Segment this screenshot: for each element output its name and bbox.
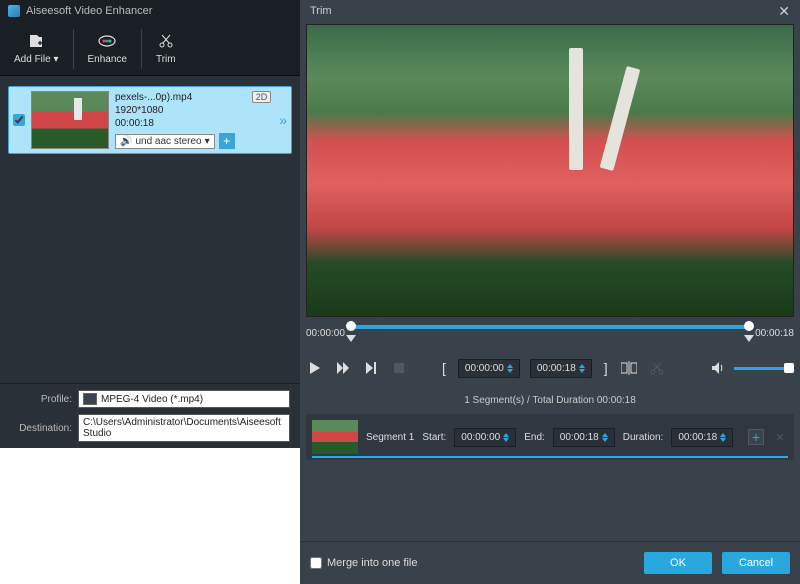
format-icon bbox=[83, 393, 97, 405]
end-time-value: 00:00:18 bbox=[537, 363, 576, 374]
audio-track-label: und aac stereo bbox=[135, 136, 201, 147]
merge-checkbox[interactable]: Merge into one file bbox=[310, 557, 418, 569]
timeline-start: 00:00:00 bbox=[306, 328, 345, 339]
start-time-spinner[interactable] bbox=[507, 364, 513, 373]
trim-button[interactable]: Trim bbox=[142, 28, 190, 69]
chevron-down-icon: ▾ bbox=[205, 136, 210, 147]
add-track-button[interactable]: + bbox=[219, 133, 235, 149]
file-info: pexels-...0p).mp4 2D 1920*1080 00:00:18 … bbox=[115, 91, 271, 149]
video-preview[interactable] bbox=[306, 24, 794, 317]
seg-end-spinner[interactable] bbox=[602, 433, 608, 442]
main-window: Aiseesoft Video Enhancer Add File ▾ Enha… bbox=[0, 0, 300, 448]
trim-timeline: 00:00:00 00:00:18 bbox=[306, 321, 794, 345]
trim-label: Trim bbox=[156, 54, 176, 65]
start-time-input[interactable]: 00:00:00 bbox=[458, 359, 520, 378]
profile-select[interactable]: MPEG-4 Video (*.mp4) bbox=[78, 390, 290, 408]
destination-value: C:\Users\Administrator\Documents\Aiseeso… bbox=[83, 417, 285, 439]
app-logo-icon bbox=[8, 5, 20, 17]
profile-value: MPEG-4 Video (*.mp4) bbox=[101, 394, 203, 405]
timeline-end: 00:00:18 bbox=[755, 328, 794, 339]
destination-label: Destination: bbox=[10, 423, 72, 434]
add-segment-button[interactable]: + bbox=[748, 429, 764, 445]
delete-segment-button[interactable]: ✕ bbox=[772, 429, 788, 445]
segment-summary: 1 Segment(s) / Total Duration 00:00:18 bbox=[300, 391, 800, 410]
timeline-track[interactable] bbox=[351, 321, 749, 345]
seg-duration-spinner[interactable] bbox=[720, 433, 726, 442]
enhance-icon bbox=[98, 32, 116, 50]
destination-input[interactable]: C:\Users\Administrator\Documents\Aiseeso… bbox=[78, 414, 290, 442]
seg-end-label: End: bbox=[524, 432, 545, 443]
speaker-icon: 🔊 bbox=[120, 136, 132, 147]
step-button[interactable] bbox=[362, 359, 380, 377]
file-item[interactable]: pexels-...0p).mp4 2D 1920*1080 00:00:18 … bbox=[8, 86, 292, 154]
segment-progress bbox=[312, 456, 788, 458]
badge-2d[interactable]: 2D bbox=[252, 91, 272, 103]
file-thumbnail bbox=[31, 91, 109, 149]
segment-name: Segment 1 bbox=[366, 432, 414, 443]
add-file-label: Add File bbox=[14, 54, 51, 65]
dialog-footer: Merge into one file OK Cancel bbox=[300, 541, 800, 584]
play-button[interactable] bbox=[306, 359, 324, 377]
end-time-input[interactable]: 00:00:18 bbox=[530, 359, 592, 378]
seg-duration-label: Duration: bbox=[623, 432, 664, 443]
trim-handle-end[interactable] bbox=[744, 321, 754, 331]
file-duration: 00:00:18 bbox=[115, 118, 271, 129]
seg-start-input[interactable]: 00:00:00 bbox=[454, 428, 516, 447]
stop-button[interactable] bbox=[390, 359, 408, 377]
segment-row[interactable]: Segment 1 Start: 00:00:00 End: 00:00:18 … bbox=[306, 414, 794, 460]
volume-icon[interactable] bbox=[710, 359, 728, 377]
seg-end-input[interactable]: 00:00:18 bbox=[553, 428, 615, 447]
chevron-down-icon: ▾ bbox=[53, 54, 58, 65]
seg-start-label: Start: bbox=[422, 432, 446, 443]
ok-button[interactable]: OK bbox=[644, 552, 712, 574]
profile-label: Profile: bbox=[10, 394, 72, 405]
file-checkbox[interactable] bbox=[13, 114, 25, 126]
seg-start-spinner[interactable] bbox=[503, 433, 509, 442]
add-file-button[interactable]: Add File ▾ bbox=[0, 28, 73, 69]
audio-track-select[interactable]: 🔊 und aac stereo ▾ bbox=[115, 134, 215, 149]
seg-start-value: 00:00:00 bbox=[461, 432, 500, 443]
bracket-in-icon[interactable]: [ bbox=[440, 360, 448, 376]
toolbar: Add File ▾ Enhance Trim bbox=[0, 22, 300, 76]
seg-duration-input[interactable]: 00:00:18 bbox=[671, 428, 733, 447]
seg-duration-value: 00:00:18 bbox=[678, 432, 717, 443]
trim-marker-end[interactable] bbox=[744, 335, 754, 342]
volume-slider[interactable] bbox=[734, 367, 794, 370]
dialog-title: Trim bbox=[310, 5, 332, 17]
segment-thumbnail bbox=[312, 420, 358, 454]
next-frame-button[interactable] bbox=[334, 359, 352, 377]
cancel-button[interactable]: Cancel bbox=[722, 552, 790, 574]
split-button[interactable] bbox=[620, 359, 638, 377]
dialog-titlebar: Trim ✕ bbox=[300, 0, 800, 22]
merge-checkbox-input[interactable] bbox=[310, 557, 322, 569]
titlebar: Aiseesoft Video Enhancer bbox=[0, 0, 300, 22]
seg-end-value: 00:00:18 bbox=[560, 432, 599, 443]
enhance-button[interactable]: Enhance bbox=[74, 28, 141, 69]
trim-dialog: Trim ✕ 00:00:00 00:00:18 [ 00:00:00 00:0… bbox=[300, 0, 800, 584]
file-name: pexels-...0p).mp4 bbox=[115, 92, 192, 103]
start-time-value: 00:00:00 bbox=[465, 363, 504, 374]
playback-controls: [ 00:00:00 00:00:18 ] bbox=[306, 353, 794, 383]
cut-button[interactable] bbox=[648, 359, 666, 377]
file-list: pexels-...0p).mp4 2D 1920*1080 00:00:18 … bbox=[0, 76, 300, 164]
trim-marker-start[interactable] bbox=[346, 335, 356, 342]
scissors-icon bbox=[157, 32, 175, 50]
proceed-icon[interactable]: » bbox=[279, 112, 287, 128]
close-icon[interactable]: ✕ bbox=[778, 3, 790, 20]
file-resolution: 1920*1080 bbox=[115, 105, 271, 116]
enhance-label: Enhance bbox=[88, 54, 127, 65]
merge-label: Merge into one file bbox=[327, 557, 418, 569]
trim-handle-start[interactable] bbox=[346, 321, 356, 331]
add-file-icon bbox=[27, 32, 45, 50]
end-time-spinner[interactable] bbox=[579, 364, 585, 373]
bracket-out-icon[interactable]: ] bbox=[602, 360, 610, 376]
app-title: Aiseesoft Video Enhancer bbox=[26, 5, 152, 17]
output-bar: Profile: MPEG-4 Video (*.mp4) Destinatio… bbox=[0, 383, 300, 448]
